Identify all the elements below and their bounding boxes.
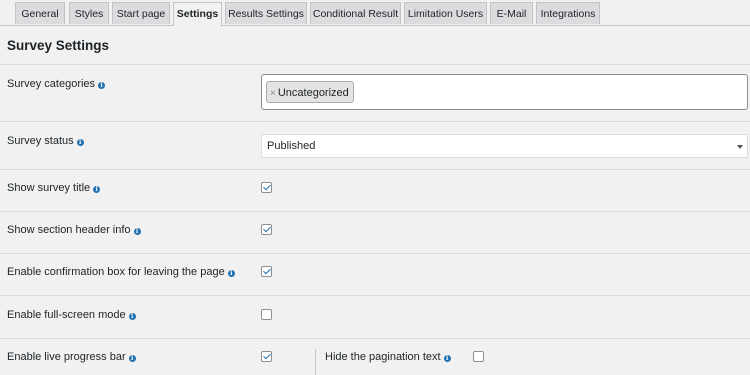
divider [0, 211, 750, 212]
category-tag-label: Uncategorized [277, 87, 349, 99]
divider [0, 64, 750, 65]
show-section-header-label-text: Show section header info [7, 224, 131, 236]
info-icon[interactable]: i [227, 270, 235, 277]
confirmation-box-label-text: Enable confirmation box for leaving the … [7, 266, 225, 278]
info-icon[interactable]: i [133, 228, 141, 235]
show-section-header-label: Show section header info i [7, 224, 141, 236]
info-icon[interactable]: i [128, 355, 136, 362]
live-progress-bar-label-text: Enable live progress bar [7, 351, 126, 363]
divider [0, 295, 750, 296]
column-divider [315, 349, 316, 375]
tab-styles[interactable]: Styles [69, 2, 109, 24]
full-screen-mode-checkbox[interactable] [261, 309, 272, 320]
tab-conditional-result[interactable]: Conditional Result [310, 2, 401, 24]
show-section-header-checkbox[interactable] [261, 224, 272, 235]
survey-status-select[interactable]: Published [261, 134, 748, 158]
show-survey-title-label: Show survey title i [7, 182, 101, 194]
survey-status-label: Survey status i [7, 135, 84, 147]
hide-pagination-label-text: Hide the pagination text [325, 351, 441, 363]
live-progress-bar-label: Enable live progress bar i [7, 351, 136, 363]
survey-status-value: Published [267, 140, 316, 152]
info-icon[interactable]: i [128, 313, 136, 320]
tab-limitation-users[interactable]: Limitation Users [404, 2, 487, 24]
tab-start-page[interactable]: Start page [112, 2, 170, 24]
survey-categories-label-text: Survey categories [7, 78, 96, 90]
hide-pagination-checkbox[interactable] [473, 351, 484, 362]
full-screen-mode-label: Enable full-screen mode i [7, 309, 136, 321]
hide-pagination-label: Hide the pagination text i [325, 351, 451, 363]
tab-settings[interactable]: Settings [173, 2, 222, 26]
settings-tabs: General Styles Start page Settings Resul… [0, 0, 750, 26]
survey-categories-label: Survey categories i [7, 78, 106, 90]
chevron-down-icon [737, 145, 743, 149]
divider [0, 338, 750, 339]
tab-integrations[interactable]: Integrations [536, 2, 600, 24]
live-progress-bar-checkbox[interactable] [261, 351, 272, 362]
divider [0, 121, 750, 122]
full-screen-mode-label-text: Enable full-screen mode [7, 309, 126, 321]
info-icon[interactable]: i [98, 82, 106, 89]
survey-categories-input[interactable]: × Uncategorized [261, 74, 748, 110]
info-icon[interactable]: i [93, 186, 101, 193]
remove-tag-icon[interactable]: × [270, 88, 276, 99]
category-tag: × Uncategorized [266, 81, 354, 103]
tab-email[interactable]: E-Mail [490, 2, 533, 24]
tab-general[interactable]: General [15, 2, 65, 24]
tab-results-settings[interactable]: Results Settings [225, 2, 307, 24]
show-survey-title-checkbox[interactable] [261, 182, 272, 193]
confirmation-box-label: Enable confirmation box for leaving the … [7, 266, 235, 278]
confirmation-box-checkbox[interactable] [261, 266, 272, 277]
info-icon[interactable]: i [76, 139, 84, 146]
survey-status-label-text: Survey status [7, 135, 74, 147]
show-survey-title-label-text: Show survey title [7, 182, 91, 194]
info-icon[interactable]: i [443, 355, 451, 362]
section-title: Survey Settings [7, 38, 110, 53]
divider [0, 169, 750, 170]
divider [0, 253, 750, 254]
